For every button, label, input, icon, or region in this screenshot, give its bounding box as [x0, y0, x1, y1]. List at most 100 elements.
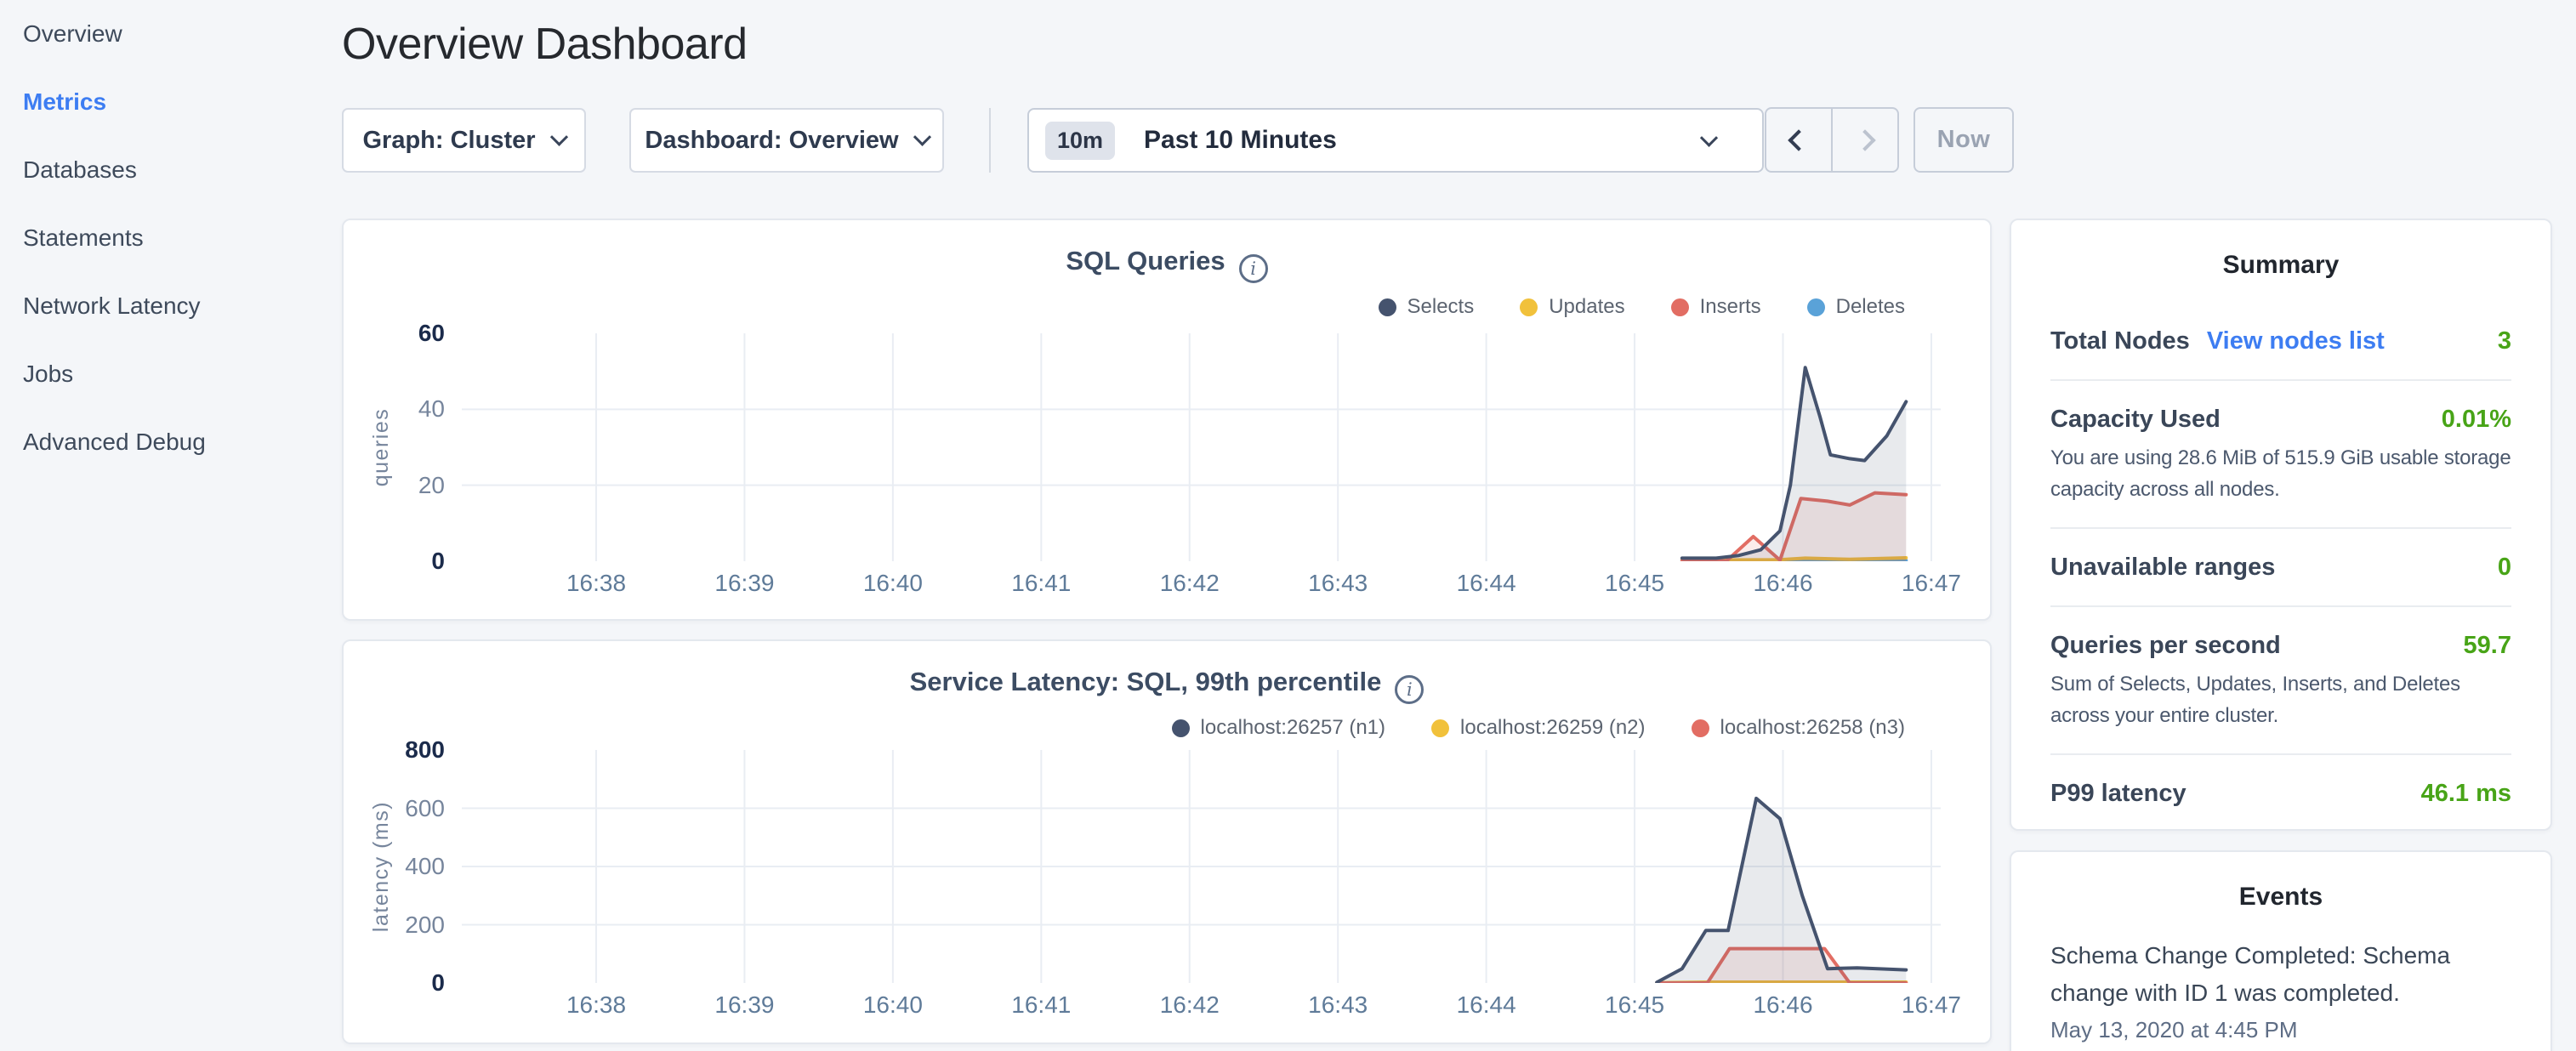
queries-per-second-value: 59.7	[2464, 629, 2511, 662]
legend-label: Deletes	[1836, 295, 1905, 319]
sidebar-item-advanced-debug[interactable]: Advanced Debug	[0, 408, 340, 476]
dashboard-dropdown[interactable]: Dashboard: Overview	[629, 108, 944, 173]
capacity-used-label: Capacity Used	[2050, 403, 2221, 435]
chart-canvas	[462, 750, 1941, 983]
legend-label: localhost:26257 (n1)	[1201, 716, 1385, 740]
x-tick-label: 16:43	[1287, 991, 1389, 1019]
legend-item[interactable]: Inserts	[1671, 295, 1761, 319]
legend-label: Selects	[1407, 295, 1475, 319]
now-button[interactable]: Now	[1914, 107, 2014, 173]
chart-title-text: Service Latency: SQL, 99th percentile	[910, 667, 1382, 696]
x-tick-label: 16:41	[990, 570, 1092, 597]
total-nodes-row: Total Nodes View nodes list 3	[2050, 303, 2511, 379]
x-tick-label: 16:42	[1139, 991, 1241, 1019]
chart-title-text: SQL Queries	[1066, 246, 1225, 276]
x-tick-label: 16:40	[842, 991, 944, 1019]
y-tick-label: 200	[343, 911, 445, 940]
x-tick-label: 16:45	[1584, 991, 1686, 1019]
legend-label: Inserts	[1700, 295, 1761, 319]
x-tick-label: 16:42	[1139, 570, 1241, 597]
legend-item[interactable]: Deletes	[1807, 295, 1905, 319]
p99-latency-value: 46.1 ms	[2421, 777, 2511, 810]
legend-dot-icon	[1520, 298, 1538, 316]
x-tick-label: 16:41	[990, 991, 1092, 1019]
graph-node-dropdown[interactable]: Graph: Cluster	[342, 108, 586, 173]
p99-latency-label: P99 latency	[2050, 777, 2186, 810]
chart-title: SQL Queries i	[344, 246, 1990, 283]
summary-panel: Summary Total Nodes View nodes list 3 Ca…	[2010, 219, 2552, 831]
x-tick-label: 16:47	[1880, 570, 1982, 597]
queries-per-second-description: Sum of Selects, Updates, Inserts, and De…	[2050, 668, 2511, 731]
unavailable-ranges-label: Unavailable ranges	[2050, 551, 2275, 583]
x-tick-label: 16:39	[693, 991, 795, 1019]
x-tick-label: 16:44	[1436, 570, 1538, 597]
events-title: Events	[2011, 852, 2550, 912]
controls-divider	[989, 108, 991, 173]
legend-item[interactable]: Selects	[1379, 295, 1475, 319]
legend-item[interactable]: localhost:26258 (n3)	[1692, 716, 1905, 740]
prev-time-window-button[interactable]	[1766, 109, 1831, 171]
chevron-down-icon	[549, 128, 567, 145]
info-icon[interactable]: i	[1239, 254, 1268, 283]
legend-dot-icon	[1671, 298, 1689, 316]
event-text: Schema Change Completed: Schema change w…	[2050, 937, 2480, 1012]
y-tick-label: 0	[343, 969, 445, 997]
x-tick-label: 16:46	[1732, 991, 1834, 1019]
y-tick-label: 400	[343, 852, 445, 881]
queries-per-second-label: Queries per second	[2050, 629, 2281, 662]
sidebar-item-metrics[interactable]: Metrics	[0, 68, 340, 136]
x-tick-label: 16:39	[693, 570, 795, 597]
y-tick-label: 20	[343, 471, 445, 500]
total-nodes-value: 3	[2498, 325, 2511, 357]
dashboard-dropdown-label: Dashboard: Overview	[645, 127, 898, 155]
x-tick-label: 16:44	[1436, 991, 1538, 1019]
legend-item[interactable]: localhost:26257 (n1)	[1172, 716, 1385, 740]
y-tick-label: 60	[343, 319, 445, 348]
x-tick-label: 16:43	[1287, 570, 1389, 597]
sidebar-item-network-latency[interactable]: Network Latency	[0, 272, 340, 340]
legend-label: localhost:26259 (n2)	[1460, 716, 1645, 740]
chevron-down-icon	[913, 128, 930, 145]
service-latency-chart-card: Service Latency: SQL, 99th percentile i l…	[342, 639, 1992, 1044]
legend-dot-icon	[1692, 719, 1709, 737]
sidebar-item-databases[interactable]: Databases	[0, 136, 340, 204]
event-timestamp: May 13, 2020 at 4:45 PM	[2050, 1017, 2511, 1043]
time-range-label: Past 10 Minutes	[1144, 126, 1337, 155]
events-panel: Events Schema Change Completed: Schema c…	[2010, 850, 2552, 1051]
time-range-badge: 10m	[1045, 122, 1115, 160]
queries-per-second-row: Queries per second 59.7 Sum of Selects, …	[2050, 605, 2511, 753]
legend-label: localhost:26258 (n3)	[1720, 716, 1905, 740]
time-window-nav	[1765, 107, 1899, 173]
legend-dot-icon	[1172, 719, 1190, 737]
legend-item[interactable]: localhost:26259 (n2)	[1431, 716, 1645, 740]
info-icon[interactable]: i	[1395, 675, 1424, 704]
legend-item[interactable]: Updates	[1520, 295, 1624, 319]
legend-dot-icon	[1379, 298, 1396, 316]
x-tick-label: 16:40	[842, 570, 944, 597]
y-tick-label: 800	[343, 736, 445, 764]
p99-latency-row: P99 latency 46.1 ms	[2050, 753, 2511, 832]
sidebar-item-statements[interactable]: Statements	[0, 204, 340, 272]
chevron-left-icon	[1788, 129, 1809, 151]
next-time-window-button[interactable]	[1831, 109, 1897, 171]
x-tick-label: 16:47	[1880, 991, 1982, 1019]
sidebar-item-overview[interactable]: Overview	[0, 0, 340, 68]
graph-dropdown-label: Graph: Cluster	[362, 127, 535, 155]
y-tick-label: 600	[343, 794, 445, 823]
capacity-used-row: Capacity Used 0.01% You are using 28.6 M…	[2050, 379, 2511, 527]
summary-title: Summary	[2011, 220, 2550, 280]
x-tick-label: 16:45	[1584, 570, 1686, 597]
chart-legend: localhost:26257 (n1) localhost:26259 (n2)…	[1172, 716, 1905, 740]
chevron-down-icon	[1700, 129, 1718, 147]
unavailable-ranges-value: 0	[2498, 551, 2511, 583]
y-tick-label: 40	[343, 395, 445, 423]
event-item[interactable]: Schema Change Completed: Schema change w…	[2050, 937, 2511, 1043]
sidebar-item-jobs[interactable]: Jobs	[0, 340, 340, 408]
chart-title: Service Latency: SQL, 99th percentile i	[344, 667, 1990, 704]
x-tick-label: 16:46	[1732, 570, 1834, 597]
chevron-right-icon	[1854, 129, 1875, 151]
sql-queries-chart-card: SQL Queries i Selects Updates Inserts Delete…	[342, 219, 1992, 621]
view-nodes-list-link[interactable]: View nodes list	[2207, 325, 2385, 357]
summary-rows: Total Nodes View nodes list 3 Capacity U…	[2050, 303, 2511, 832]
time-range-dropdown[interactable]: 10m Past 10 Minutes	[1027, 108, 1764, 173]
